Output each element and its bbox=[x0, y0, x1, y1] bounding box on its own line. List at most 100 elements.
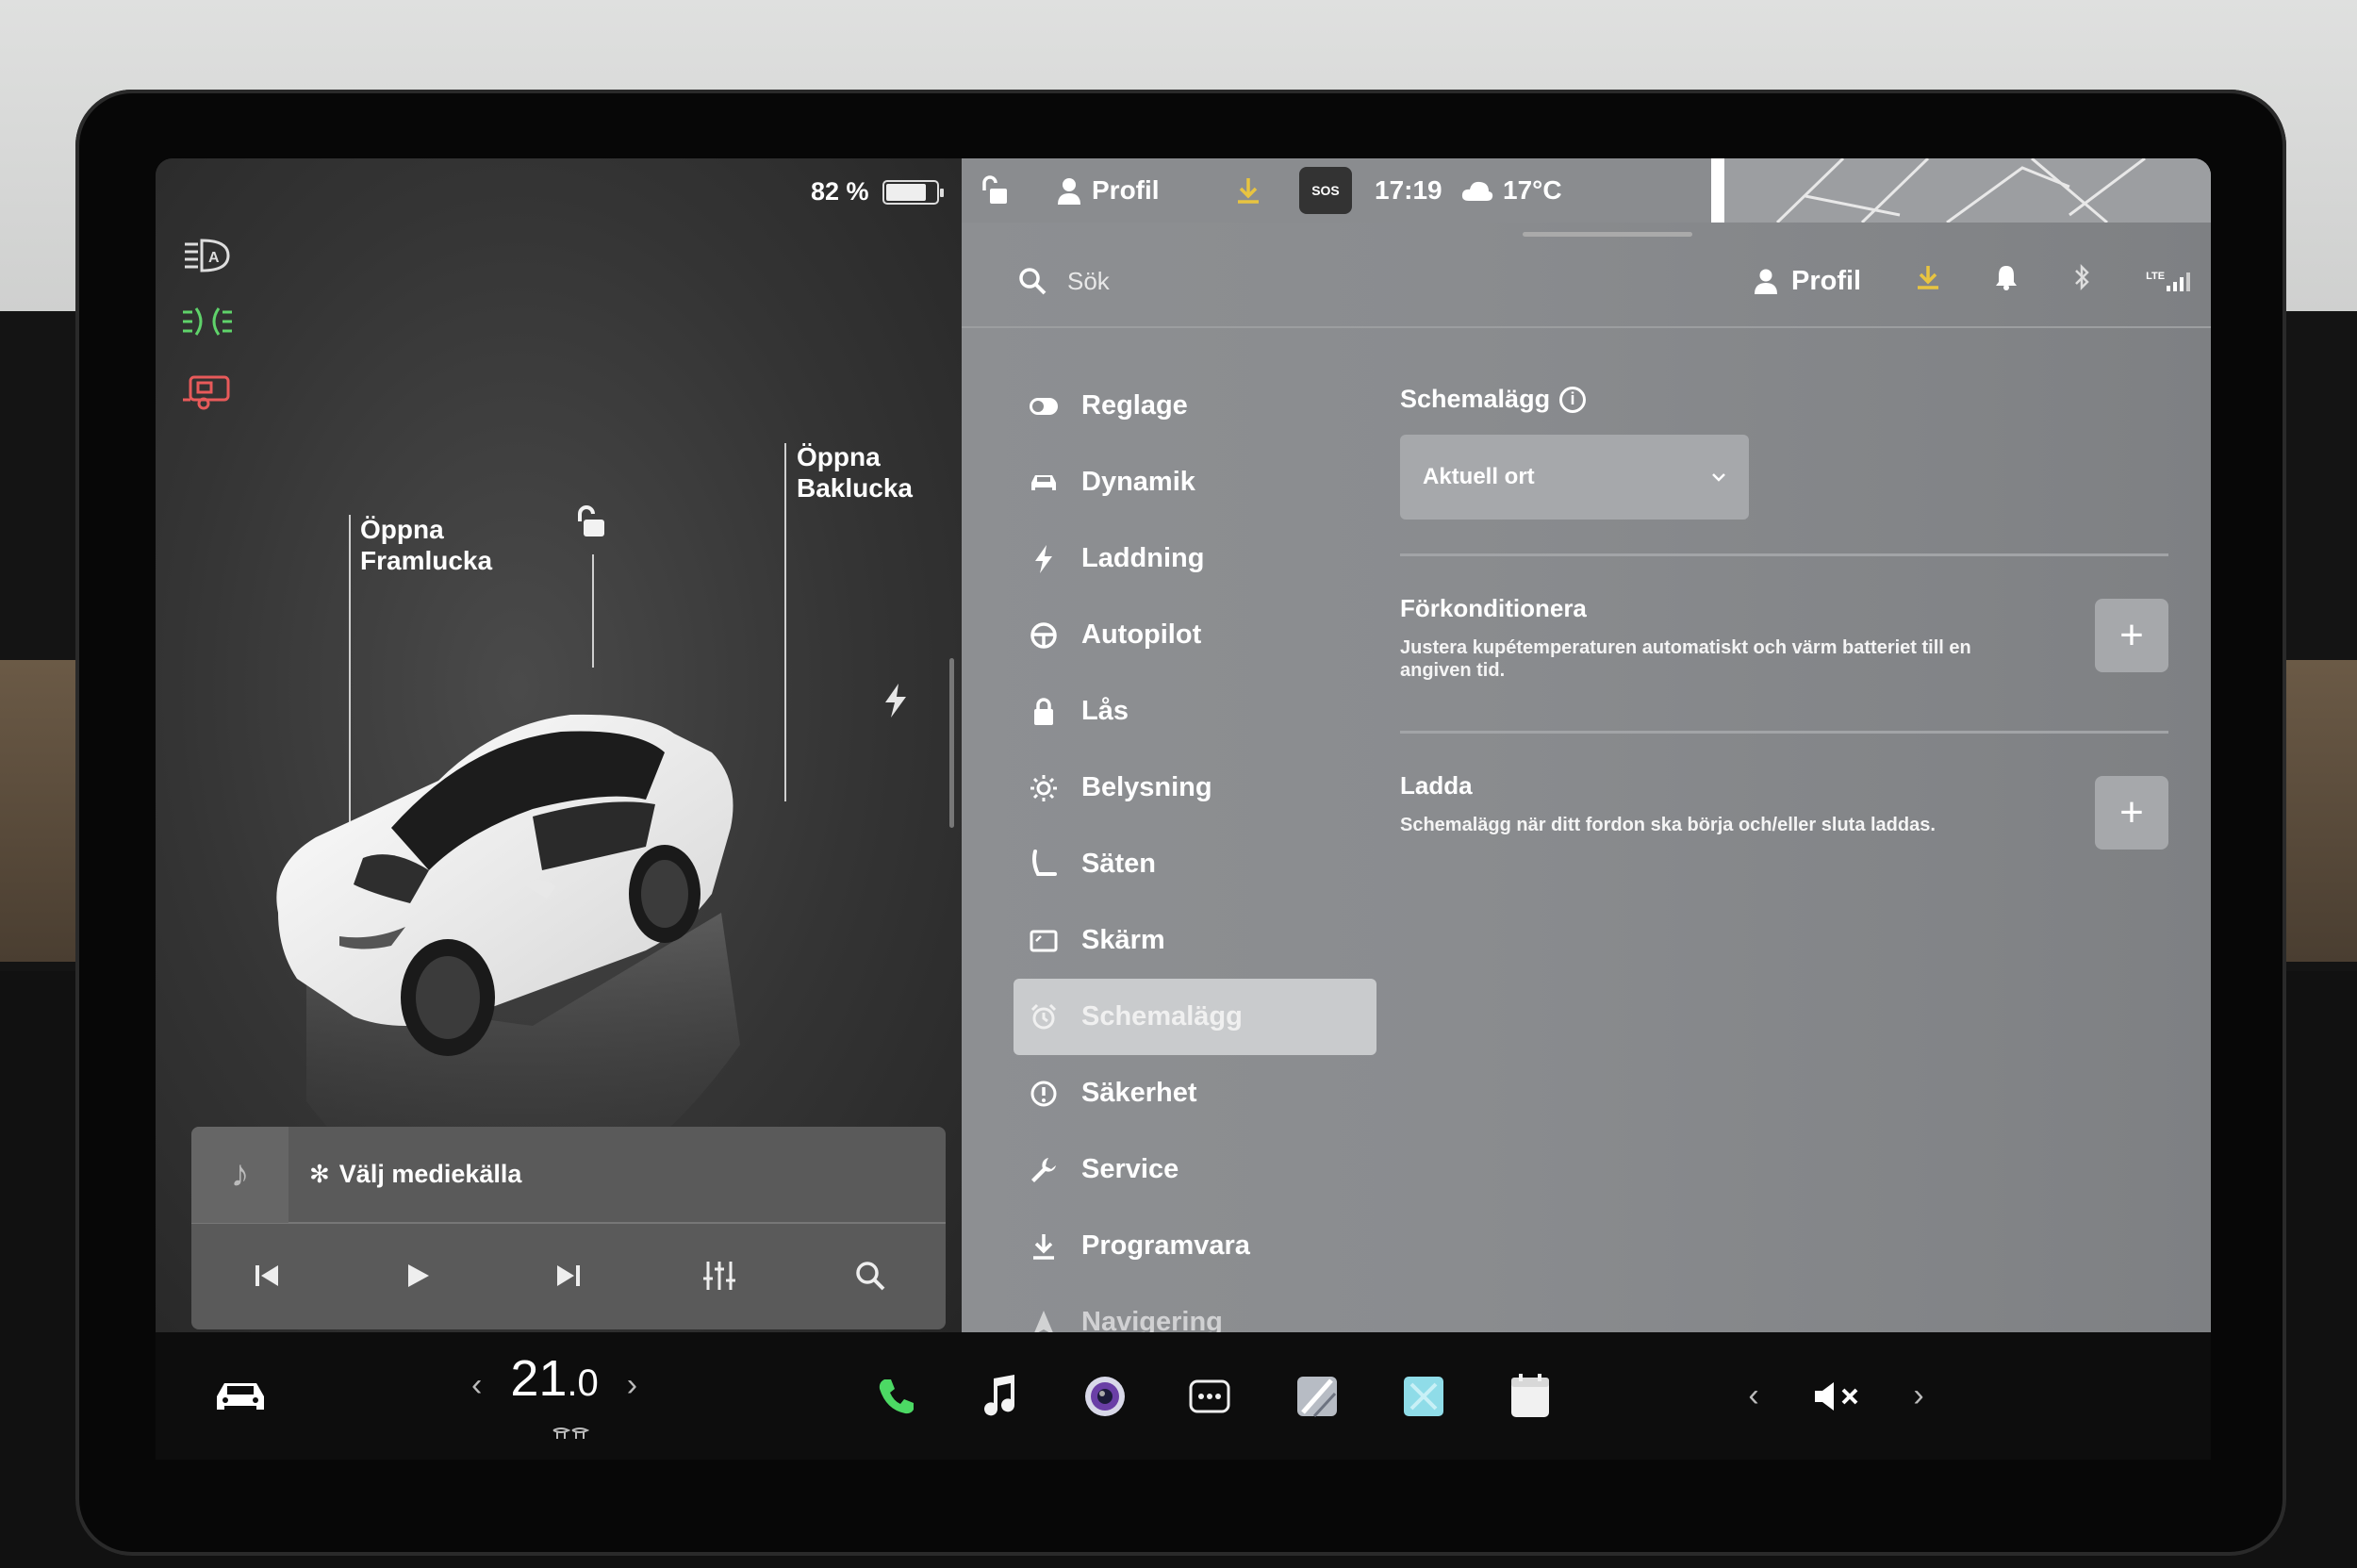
menu-item-sakerhet[interactable]: Säkerhet bbox=[1014, 1055, 1376, 1131]
outside-temperature: 17°C bbox=[1503, 175, 1562, 205]
menu-item-schemalagg[interactable]: Schemalägg bbox=[1014, 979, 1376, 1055]
trailer-icon[interactable] bbox=[179, 371, 236, 413]
toybox-button[interactable] bbox=[1391, 1332, 1457, 1460]
status-time: 17:19 bbox=[1375, 175, 1442, 205]
wrench-icon bbox=[1027, 1153, 1061, 1187]
temp-decimal: .0 bbox=[567, 1362, 599, 1404]
menu-item-programvara[interactable]: Programvara bbox=[1014, 1208, 1376, 1284]
car-icon bbox=[1027, 466, 1061, 500]
music-note-icon: ♪ bbox=[191, 1127, 288, 1223]
front-trunk-callout[interactable]: Öppna Framlucka bbox=[360, 514, 492, 576]
panel-scrollbar[interactable] bbox=[949, 658, 954, 828]
car-dock-icon bbox=[217, 1382, 264, 1410]
menu-item-belysning[interactable]: Belysning bbox=[1014, 750, 1376, 826]
status-profile[interactable]: Profil bbox=[1056, 158, 1160, 223]
menu-item-reglage[interactable]: Reglage bbox=[1014, 368, 1376, 444]
menu-item-laddning[interactable]: Laddning bbox=[1014, 520, 1376, 597]
download-icon[interactable] bbox=[1916, 264, 1940, 298]
status-bar: Profil SOS 17:19 17°C bbox=[962, 158, 2211, 223]
previous-track-button[interactable] bbox=[229, 1243, 305, 1309]
display-icon bbox=[1027, 924, 1061, 958]
menu-label: Reglage bbox=[1081, 390, 1188, 421]
software-update-icon[interactable] bbox=[1235, 158, 1261, 223]
rear-trunk-callout[interactable]: Öppna Baklucka bbox=[797, 441, 913, 503]
phone-icon bbox=[879, 1378, 914, 1413]
map-icon bbox=[1297, 1376, 1337, 1417]
menu-label: Lås bbox=[1081, 696, 1129, 726]
settings-header: Sök Profil LTE bbox=[962, 234, 2211, 328]
bolt-icon bbox=[1027, 542, 1061, 576]
next-track-button[interactable] bbox=[531, 1243, 606, 1309]
add-precondition-button[interactable]: + bbox=[2095, 599, 2168, 672]
search-input[interactable]: Sök bbox=[1067, 267, 1110, 296]
menu-label: Laddning bbox=[1081, 543, 1205, 573]
battery-status: 82 % bbox=[811, 177, 944, 206]
bottom-dock: ‹ 21.0 › ‹ › bbox=[156, 1332, 2211, 1460]
menu-label: Säkerhet bbox=[1081, 1078, 1197, 1108]
equalizer-icon[interactable] bbox=[682, 1243, 757, 1309]
rear-trunk-label-1: Öppna bbox=[797, 442, 881, 471]
auto-headlights-icon[interactable]: A bbox=[179, 234, 236, 276]
unlock-icon[interactable] bbox=[570, 503, 610, 547]
volume-up-chevron-icon[interactable]: › bbox=[1900, 1332, 1937, 1460]
temp-up-chevron-icon[interactable]: › bbox=[627, 1367, 637, 1404]
menu-item-dynamik[interactable]: Dynamik bbox=[1014, 444, 1376, 520]
menu-label: Programvara bbox=[1081, 1230, 1250, 1261]
media-source-label[interactable]: Välj mediekälla bbox=[339, 1160, 522, 1189]
music-button[interactable] bbox=[966, 1332, 1032, 1460]
toybox-icon bbox=[1404, 1376, 1443, 1416]
sos-button[interactable]: SOS bbox=[1299, 158, 1352, 223]
profile-button[interactable]: Profil bbox=[1754, 266, 1861, 297]
menu-item-saten[interactable]: Säten bbox=[1014, 826, 1376, 902]
map-preview[interactable] bbox=[1711, 158, 2211, 223]
menu-item-las[interactable]: Lås bbox=[1014, 673, 1376, 750]
menu-label: Schemalägg bbox=[1081, 1001, 1243, 1032]
settings-panel: Profil SOS 17:19 17°C Sök Profil LTE Reg… bbox=[962, 158, 2211, 1337]
calendar-icon bbox=[1511, 1373, 1549, 1417]
download-icon bbox=[1027, 1230, 1061, 1263]
schedule-content: Schemalägg i Aktuell ort Förkonditionera… bbox=[1400, 385, 2168, 908]
navigation-app-button[interactable] bbox=[1284, 1332, 1350, 1460]
lte-label: LTE bbox=[2146, 271, 2166, 282]
charge-port-icon[interactable] bbox=[882, 682, 910, 724]
media-header[interactable]: ♪ ✻ Välj mediekälla bbox=[191, 1127, 946, 1224]
unlocked-status-icon[interactable] bbox=[979, 158, 1011, 223]
svg-text:A: A bbox=[208, 250, 220, 266]
more-apps-button[interactable] bbox=[1177, 1332, 1243, 1460]
settings-menu: Reglage Dynamik Laddning Autopilot Lås B… bbox=[1014, 368, 1376, 1361]
bluetooth-status-icon[interactable] bbox=[2072, 263, 2091, 299]
calendar-button[interactable] bbox=[1497, 1332, 1563, 1460]
menu-label: Skärm bbox=[1081, 925, 1165, 955]
location-dropdown[interactable]: Aktuell ort bbox=[1400, 435, 1749, 520]
front-trunk-label-1: Öppna bbox=[360, 515, 444, 544]
speaker-muted-icon bbox=[1815, 1381, 1858, 1411]
battery-icon bbox=[882, 179, 944, 205]
search-bar[interactable]: Sök bbox=[1018, 234, 1110, 328]
temp-whole: 21 bbox=[510, 1350, 568, 1407]
add-charge-schedule-button[interactable]: + bbox=[2095, 776, 2168, 850]
car-panel: 82 % A Öppna Framlucka Öppna Baklucka ♪ … bbox=[156, 158, 962, 1332]
temp-down-chevron-icon[interactable]: ‹ bbox=[471, 1367, 482, 1404]
seat-heater-icon[interactable] bbox=[552, 1427, 590, 1444]
play-button[interactable] bbox=[380, 1243, 455, 1309]
volume-down-chevron-icon[interactable]: ‹ bbox=[1735, 1332, 1772, 1460]
charge-description: Schemalägg när ditt fordon ska börja och… bbox=[1400, 815, 1936, 835]
menu-label: Belysning bbox=[1081, 772, 1212, 802]
menu-item-autopilot[interactable]: Autopilot bbox=[1014, 597, 1376, 673]
climate-control[interactable]: ‹ 21.0 › bbox=[471, 1349, 637, 1408]
info-icon[interactable]: i bbox=[1559, 386, 1587, 413]
charge-section: Ladda Schemalägg när ditt fordon ska bör… bbox=[1400, 734, 2168, 908]
phone-button[interactable] bbox=[863, 1332, 929, 1460]
precondition-description: Justera kupétemperaturen automatiskt och… bbox=[1400, 637, 1971, 681]
sun-icon bbox=[1027, 771, 1061, 805]
mute-button[interactable] bbox=[1801, 1332, 1876, 1460]
menu-item-service[interactable]: Service bbox=[1014, 1131, 1376, 1208]
schedule-header: Schemalägg i bbox=[1400, 385, 2168, 414]
car-button[interactable] bbox=[203, 1332, 278, 1460]
header-icons: Profil LTE bbox=[1754, 234, 2191, 328]
bell-icon[interactable] bbox=[1995, 264, 2018, 298]
menu-item-skarm[interactable]: Skärm bbox=[1014, 902, 1376, 979]
position-lights-icon[interactable] bbox=[179, 300, 236, 342]
camera-button[interactable] bbox=[1072, 1332, 1138, 1460]
media-search-icon[interactable] bbox=[832, 1243, 908, 1309]
